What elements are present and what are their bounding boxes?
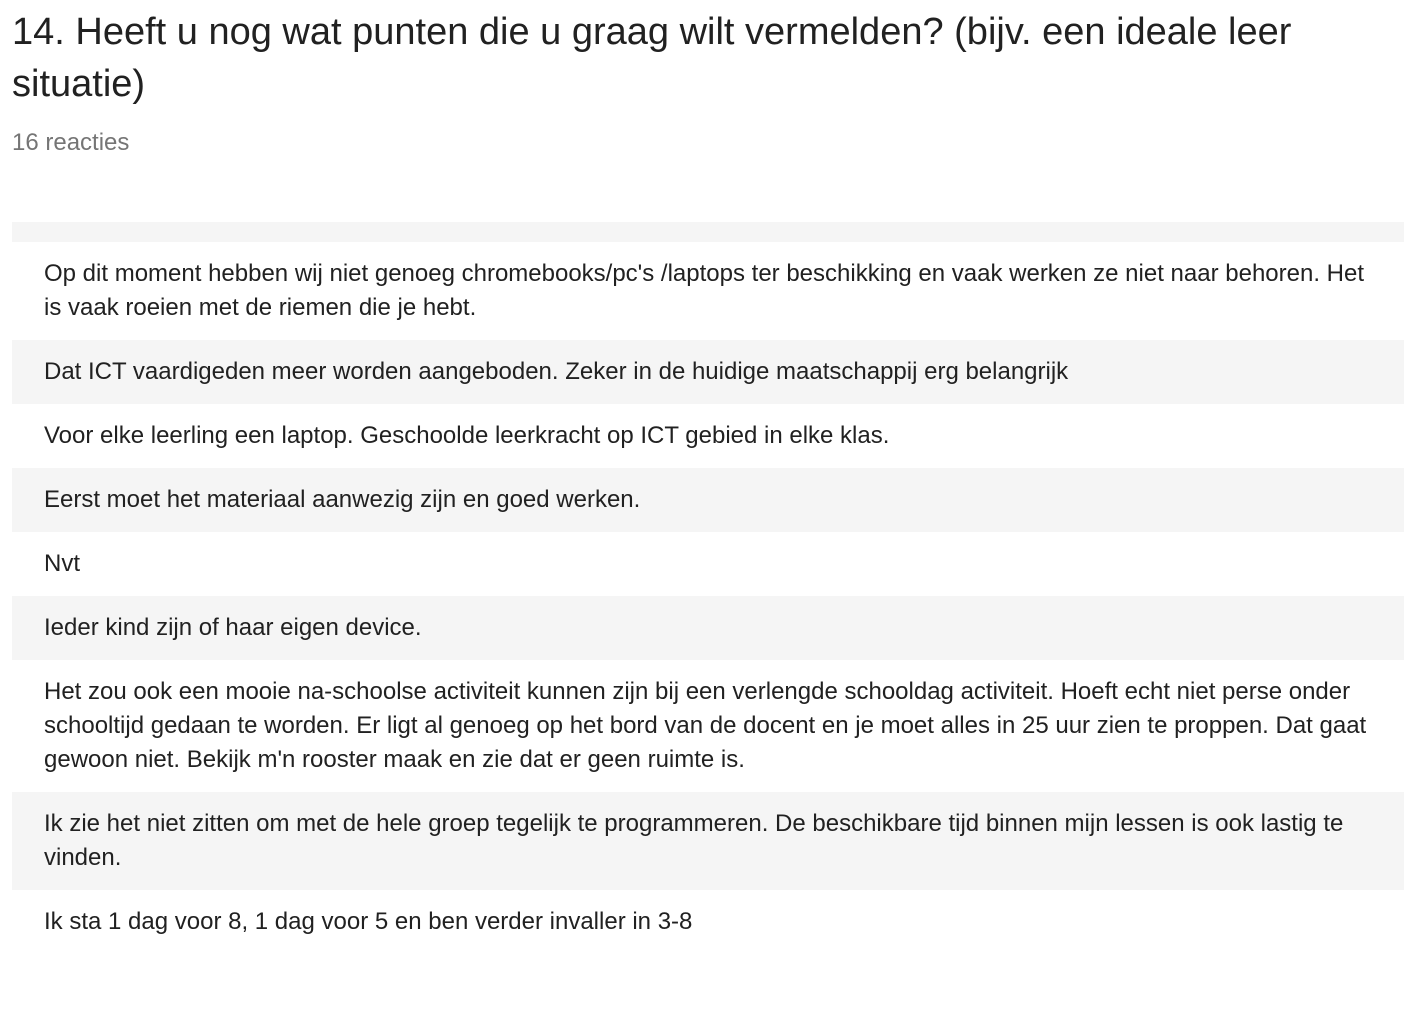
response-item: Eerst moet het materiaal aanwezig zijn e… bbox=[12, 468, 1404, 532]
response-item: Ik zie het niet zitten om met de hele gr… bbox=[12, 792, 1404, 890]
question-title: 14. Heeft u nog wat punten die u graag w… bbox=[12, 11, 1292, 105]
response-item: Ik sta 1 dag voor 8, 1 dag voor 5 en ben… bbox=[12, 890, 1404, 954]
response-item: Op dit moment hebben wij niet genoeg chr… bbox=[12, 242, 1404, 340]
response-item: Het zou ook een mooie na-schoolse activi… bbox=[12, 660, 1404, 792]
response-item: Nvt bbox=[12, 532, 1404, 596]
response-item: volwassene. Ook is het helemaal niet zek… bbox=[12, 222, 1404, 242]
question-card: 14. Heeft u nog wat punten die u graag w… bbox=[0, 0, 1418, 1034]
response-item: Dat ICT vaardigeden meer worden aangebod… bbox=[12, 340, 1404, 404]
responses-scroll-area[interactable]: volwassene. Ook is het helemaal niet zek… bbox=[12, 222, 1404, 1034]
response-item: Ieder kind zijn of haar eigen device. bbox=[12, 596, 1404, 660]
response-count: 16 reacties bbox=[12, 129, 130, 156]
responses-list: volwassene. Ook is het helemaal niet zek… bbox=[12, 222, 1404, 954]
response-item: Voor elke leerling een laptop. Geschoold… bbox=[12, 404, 1404, 468]
